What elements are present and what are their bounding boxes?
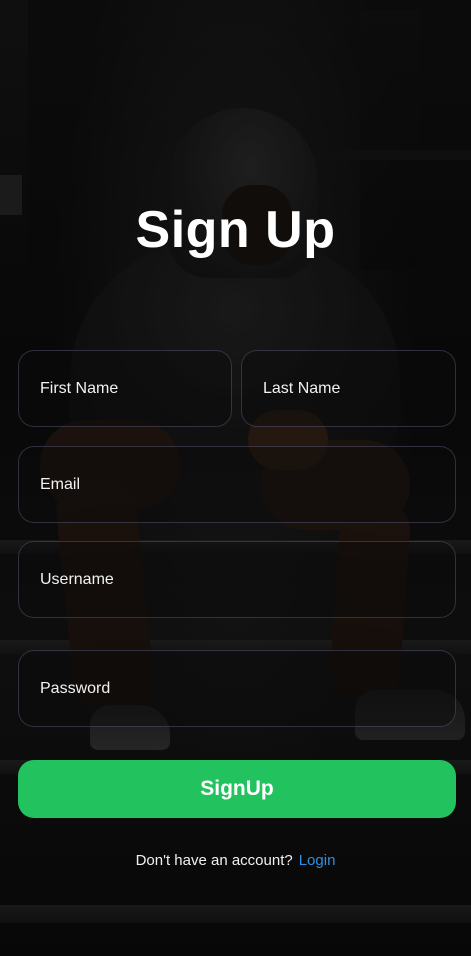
email-placeholder: Email [40, 475, 81, 493]
first-name-field[interactable]: First Name [18, 350, 232, 427]
password-field[interactable]: Password [18, 650, 456, 727]
email-field[interactable]: Email [18, 446, 456, 523]
last-name-field[interactable]: Last Name [241, 350, 456, 427]
username-field[interactable]: Username [18, 541, 456, 618]
username-placeholder: Username [40, 570, 114, 588]
signup-screen: Sign Up First Name Last Name Email Usern… [0, 0, 471, 956]
signup-button[interactable]: SignUp [18, 760, 456, 818]
last-name-placeholder: Last Name [263, 379, 341, 397]
login-link[interactable]: Login [299, 852, 336, 869]
first-name-placeholder: First Name [40, 379, 119, 397]
login-prompt-text: Don't have an account? [135, 852, 293, 869]
login-prompt: Don't have an account? Login [0, 852, 471, 869]
password-placeholder: Password [40, 679, 111, 697]
page-title: Sign Up [135, 201, 336, 259]
